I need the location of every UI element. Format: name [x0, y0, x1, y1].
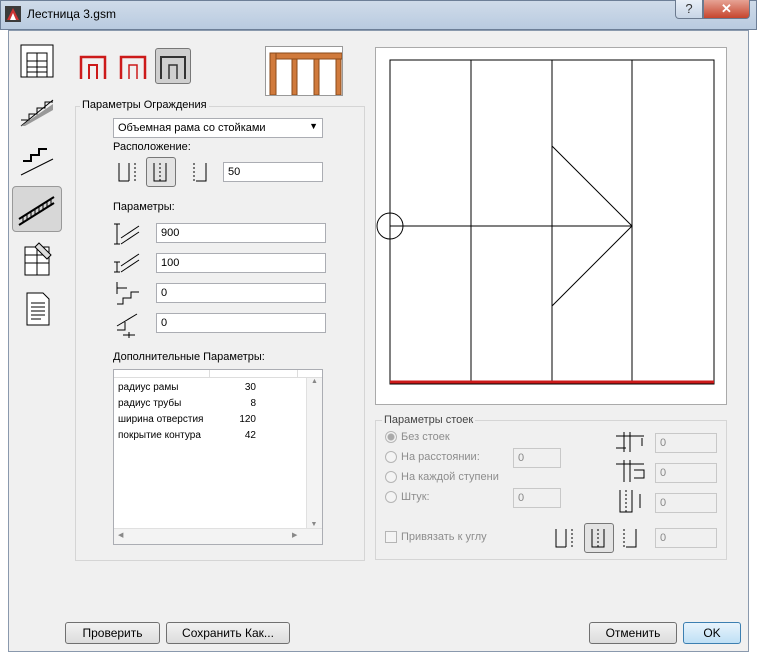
params-label: Параметры: [113, 201, 175, 213]
post-height-icon [614, 428, 648, 454]
materials-icon [24, 242, 52, 276]
placement-input[interactable]: 50 [223, 162, 323, 182]
chevron-down-icon: ▼ [309, 121, 318, 131]
start-extension-input[interactable]: 0 [156, 283, 326, 303]
app-icon [5, 6, 21, 22]
scroll-left-icon[interactable]: ◀ [118, 531, 123, 539]
extra-params-label: Дополнительные Параметры: [113, 351, 265, 363]
list-item[interactable]: покрытие контура 42 [118, 430, 322, 446]
plan-preview-canvas [375, 47, 727, 405]
plan-view-icon [20, 44, 54, 78]
railing-icon [18, 196, 55, 226]
align-left-icon [555, 529, 573, 548]
railing-type-value: Объемная рама со стойками [118, 122, 266, 134]
post-top-input[interactable]: 0 [655, 463, 717, 483]
scroll-down-icon[interactable]: ▼ [307, 521, 321, 528]
post-align-right-button[interactable] [616, 523, 646, 553]
close-button[interactable]: ✕ [703, 0, 750, 19]
tab-materials[interactable] [12, 236, 62, 282]
railing-type-3-icon [160, 56, 186, 79]
posts-each-step-radio[interactable]: На каждой ступени [385, 471, 499, 483]
tab-plan-view[interactable] [12, 38, 62, 84]
posts-none-radio[interactable]: Без стоек [385, 431, 450, 443]
end-extension-icon [113, 308, 143, 338]
tab-stair-profile[interactable] [12, 136, 62, 182]
list-item[interactable]: радиус рамы 30 [118, 382, 322, 398]
railing-type-select[interactable]: Объемная рама со стойками ▼ [113, 118, 323, 138]
posts-distance-input[interactable]: 0 [513, 448, 561, 468]
ok-button[interactable]: OK [683, 622, 741, 644]
align-center-icon [591, 529, 605, 548]
tab-railing[interactable] [12, 186, 62, 232]
listing-icon [26, 292, 50, 326]
cancel-button[interactable]: Отменить [589, 622, 677, 644]
posts-count-radio[interactable]: Штук: [385, 491, 430, 503]
start-extension-icon [113, 278, 143, 308]
window-title: Лестница 3.gsm [27, 7, 116, 21]
check-button[interactable]: Проверить [65, 622, 160, 644]
post-offset-icon [614, 488, 648, 514]
list-item[interactable]: радиус трубы 8 [118, 398, 322, 414]
posts-group-title: Параметры стоек [382, 414, 476, 426]
post-align-input[interactable]: 0 [655, 528, 717, 548]
stair-profile-icon [20, 148, 54, 176]
railing-type-3-button[interactable] [155, 48, 191, 84]
posts-count-input[interactable]: 0 [513, 488, 561, 508]
placement-center-button[interactable] [146, 157, 176, 187]
railing-type-1-icon [79, 55, 107, 79]
scroll-right-icon[interactable]: ▶ [292, 531, 297, 539]
vertical-scrollbar[interactable]: ▲ ▼ [306, 378, 322, 528]
align-left-icon [118, 163, 136, 182]
railing-type-2-icon [119, 55, 147, 79]
rail-offset-icon [113, 248, 143, 278]
list-header [114, 370, 322, 378]
railing-type-1-button[interactable] [75, 48, 111, 84]
post-align-center-button[interactable] [584, 523, 614, 553]
railing-height-icon [113, 218, 143, 248]
tab-stair-section[interactable] [12, 87, 62, 133]
post-offset-input[interactable]: 0 [655, 493, 717, 513]
stair-section-icon [20, 99, 54, 127]
align-center-icon [153, 163, 167, 182]
placement-left-button[interactable] [113, 157, 143, 187]
rail-offset-input[interactable]: 100 [156, 253, 326, 273]
railing-group-title: Параметры Ограждения [80, 99, 209, 111]
railing-type-2-button[interactable] [115, 48, 151, 84]
extra-params-list[interactable]: радиус рамы 30 радиус трубы 8 ширина отвер… [113, 369, 323, 545]
align-right-icon [193, 163, 207, 182]
placement-label: Расположение: [113, 141, 191, 153]
list-item[interactable]: ширина отверстия 120 [118, 414, 322, 430]
help-button[interactable]: ? [675, 0, 703, 19]
snap-to-corner-checkbox[interactable]: Привязать к углу [385, 531, 487, 543]
stair-step-lines [470, 60, 633, 384]
railing-height-input[interactable]: 900 [156, 223, 326, 243]
save-as-button[interactable]: Сохранить Как... [166, 622, 290, 644]
end-extension-input[interactable]: 0 [156, 313, 326, 333]
posts-distance-radio[interactable]: На расстоянии: [385, 451, 480, 463]
railing-preview [265, 46, 343, 96]
horizontal-scrollbar[interactable]: ◀ ▶ [114, 528, 322, 544]
tab-listing[interactable] [12, 286, 62, 332]
post-top-icon [614, 458, 648, 484]
align-right-icon [623, 529, 637, 548]
placement-right-button[interactable] [186, 157, 216, 187]
scroll-up-icon[interactable]: ▲ [307, 378, 322, 385]
post-height-input[interactable]: 0 [655, 433, 717, 453]
post-align-left-button[interactable] [550, 523, 580, 553]
